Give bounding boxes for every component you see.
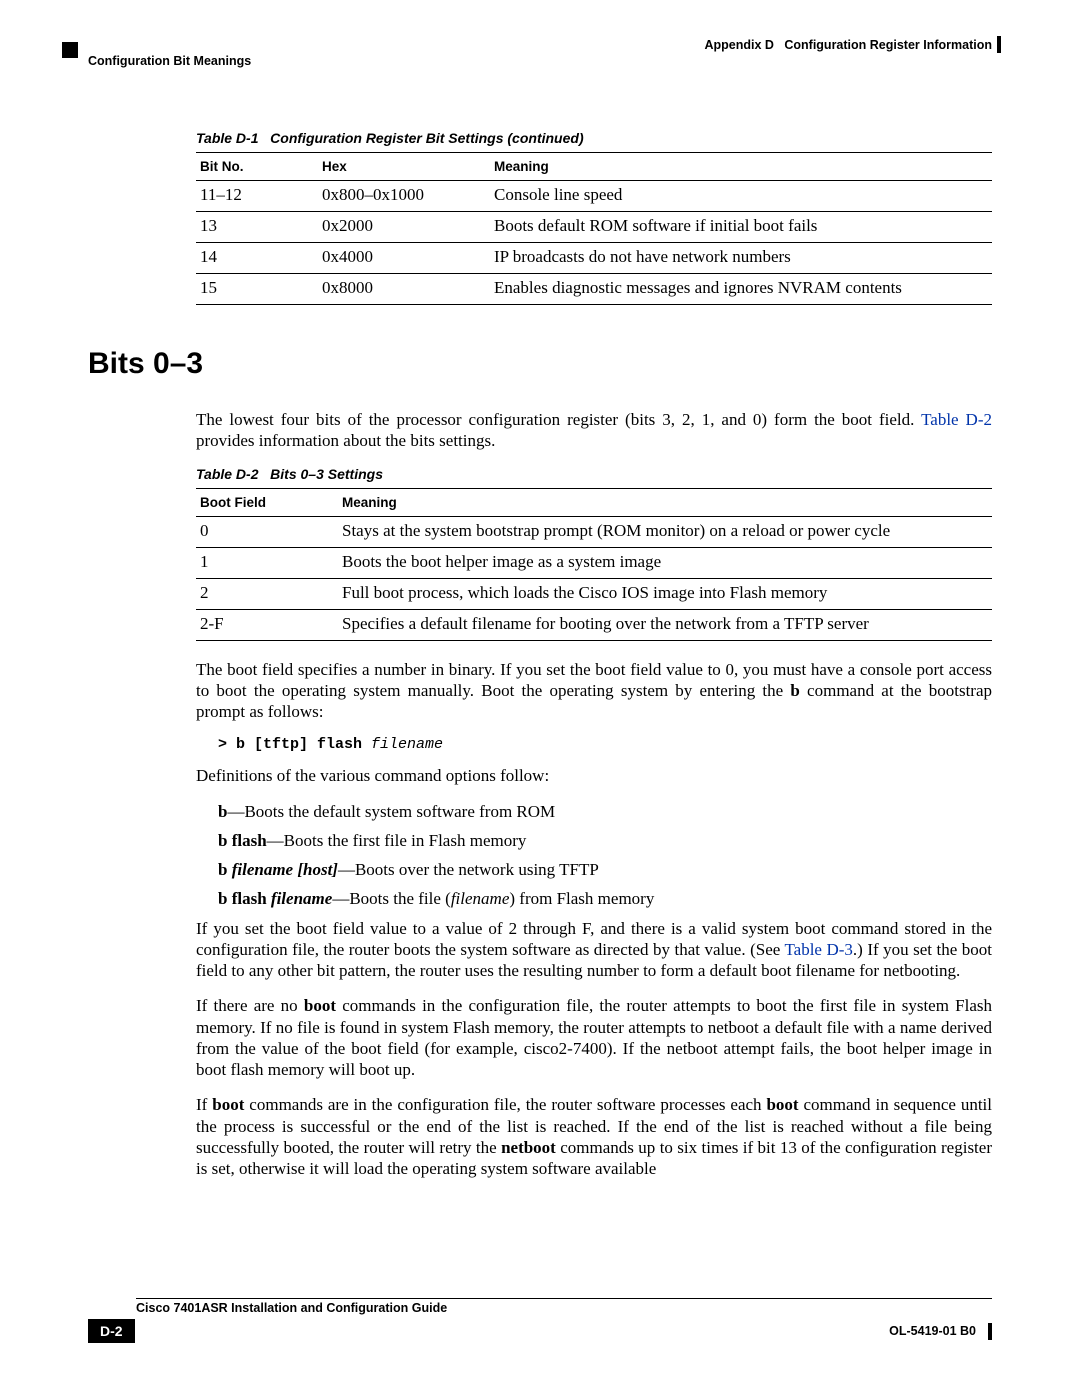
header-left-section: Configuration Bit Meanings — [88, 54, 251, 68]
t1-r0-c3: Console line speed — [490, 181, 992, 212]
t1-r2-c1: 14 — [196, 243, 318, 274]
t1-r3-c2: 0x8000 — [318, 274, 490, 305]
def4c: ) from Flash memory — [509, 889, 654, 908]
paragraph-defs-intro: Definitions of the various command optio… — [196, 765, 992, 786]
table-d1: Bit No. Hex Meaning 11–12 0x800–0x1000 C… — [196, 152, 992, 305]
table1-caption: Table D-1 Configuration Register Bit Set… — [196, 130, 992, 146]
def-b-flash: b flash—Boots the first file in Flash me… — [218, 830, 992, 851]
def3b: —Boots over the network using TFTP — [338, 860, 599, 879]
table1-caption-num: Table D-1 — [196, 130, 259, 146]
def-b: b—Boots the default system software from… — [218, 801, 992, 822]
def4a: b flash — [218, 889, 271, 908]
p6d: boot — [766, 1095, 798, 1114]
page-marker-square — [62, 42, 78, 58]
link-table-d2[interactable]: Table D-2 — [921, 410, 992, 429]
p5a: If there are no — [196, 996, 304, 1015]
definitions-list: b —Boots the default system software from… — [196, 801, 992, 910]
def-b-filename: b filename [host]—Boots over the network… — [218, 859, 992, 880]
footer-title: Cisco 7401ASR Installation and Configura… — [136, 1299, 992, 1315]
p6a: If — [196, 1095, 212, 1114]
table-row: 2-F Specifies a default filename for boo… — [196, 609, 992, 640]
p6c: commands are in the configuration file, … — [244, 1095, 766, 1114]
t2-h1: Boot Field — [196, 488, 338, 516]
t1-h2: Hex — [318, 153, 490, 181]
t1-r1-c1: 13 — [196, 212, 318, 243]
code-prefix: > b [tftp] flash — [218, 736, 371, 753]
t2-r1-c1: 1 — [196, 547, 338, 578]
t1-r0-c2: 0x800–0x1000 — [318, 181, 490, 212]
p6b: boot — [212, 1095, 244, 1114]
p1b: provides information about the bits sett… — [196, 431, 495, 450]
link-table-d3[interactable]: Table D-3 — [784, 940, 852, 959]
t1-r2-c3: IP broadcasts do not have network number… — [490, 243, 992, 274]
paragraph-bootfield: The boot field specifies a number in bin… — [196, 659, 992, 723]
t1-r1-c2: 0x2000 — [318, 212, 490, 243]
code-snippet: > b [tftp] flash filename — [218, 736, 992, 753]
def-b-flash-filename: b flash filename—Boots the file (filenam… — [218, 888, 992, 909]
t2-h2: Meaning — [338, 488, 992, 516]
table-row: 2 Full boot process, which loads the Cis… — [196, 578, 992, 609]
table-row: 15 0x8000 Enables diagnostic messages an… — [196, 274, 992, 305]
p2b: b — [790, 681, 799, 700]
table-d2: Boot Field Meaning 0 Stays at the system… — [196, 488, 992, 641]
table2-caption: Table D-2 Bits 0–3 Settings — [196, 466, 992, 482]
def4i2: filename — [451, 889, 510, 908]
def2b: —Boots the first file in Flash memory — [267, 831, 527, 850]
page-number: D-2 — [88, 1319, 135, 1343]
t2-r2-c1: 2 — [196, 578, 338, 609]
def4b: —Boots the file ( — [332, 889, 451, 908]
t1-r2-c2: 0x4000 — [318, 243, 490, 274]
t1-r3-c3: Enables diagnostic messages and ignores … — [490, 274, 992, 305]
t2-r3-c1: 2-F — [196, 609, 338, 640]
def2a: b flash — [218, 831, 267, 850]
table-row: 11–12 0x800–0x1000 Console line speed — [196, 181, 992, 212]
t1-r3-c1: 15 — [196, 274, 318, 305]
def3a: b — [218, 860, 232, 879]
header-rule-right — [997, 36, 1001, 53]
def1b: —Boots the default system software from … — [227, 802, 555, 821]
chapter-label: Configuration Register Information — [784, 38, 992, 52]
t1-h3: Meaning — [490, 153, 992, 181]
paragraph-no-boot: If there are no boot commands in the con… — [196, 995, 992, 1080]
table2-caption-num: Table D-2 — [196, 466, 259, 482]
t2-r3-c2: Specifies a default filename for booting… — [338, 609, 992, 640]
page-footer: Cisco 7401ASR Installation and Configura… — [88, 1298, 992, 1343]
p1a: The lowest four bits of the processor co… — [196, 410, 921, 429]
table-row: 13 0x2000 Boots default ROM software if … — [196, 212, 992, 243]
table-row: 14 0x4000 IP broadcasts do not have netw… — [196, 243, 992, 274]
t2-r2-c2: Full boot process, which loads the Cisco… — [338, 578, 992, 609]
doc-number-wrap: OL-5419-01 B0 — [889, 1322, 992, 1340]
t2-r0-c2: Stays at the system bootstrap prompt (RO… — [338, 516, 992, 547]
appendix-label: Appendix D — [704, 38, 773, 52]
paragraph-intro: The lowest four bits of the processor co… — [196, 409, 992, 452]
t2-r0-c1: 0 — [196, 516, 338, 547]
p6f: netboot — [501, 1138, 556, 1157]
table2-caption-title: Bits 0–3 Settings — [270, 466, 383, 482]
footer-rule-right — [988, 1323, 992, 1340]
paragraph-boot-2f: If you set the boot field value to a val… — [196, 918, 992, 982]
t1-h1: Bit No. — [196, 153, 318, 181]
code-arg: filename — [371, 736, 443, 753]
doc-number: OL-5419-01 B0 — [889, 1324, 976, 1338]
def3i: filename [host] — [232, 860, 338, 879]
paragraph-boot-commands: If boot commands are in the configuratio… — [196, 1094, 992, 1179]
table-row: 0 Stays at the system bootstrap prompt (… — [196, 516, 992, 547]
table1-caption-title: Configuration Register Bit Settings (con… — [270, 130, 583, 146]
def4i: filename — [271, 889, 332, 908]
table-row: 1 Boots the boot helper image as a syste… — [196, 547, 992, 578]
p5b: boot — [304, 996, 336, 1015]
t1-r1-c3: Boots default ROM software if initial bo… — [490, 212, 992, 243]
t1-r0-c1: 11–12 — [196, 181, 318, 212]
header-right: Appendix D Configuration Register Inform… — [704, 38, 992, 52]
t2-r1-c2: Boots the boot helper image as a system … — [338, 547, 992, 578]
section-heading-bits-0-3: Bits 0–3 — [88, 347, 992, 381]
